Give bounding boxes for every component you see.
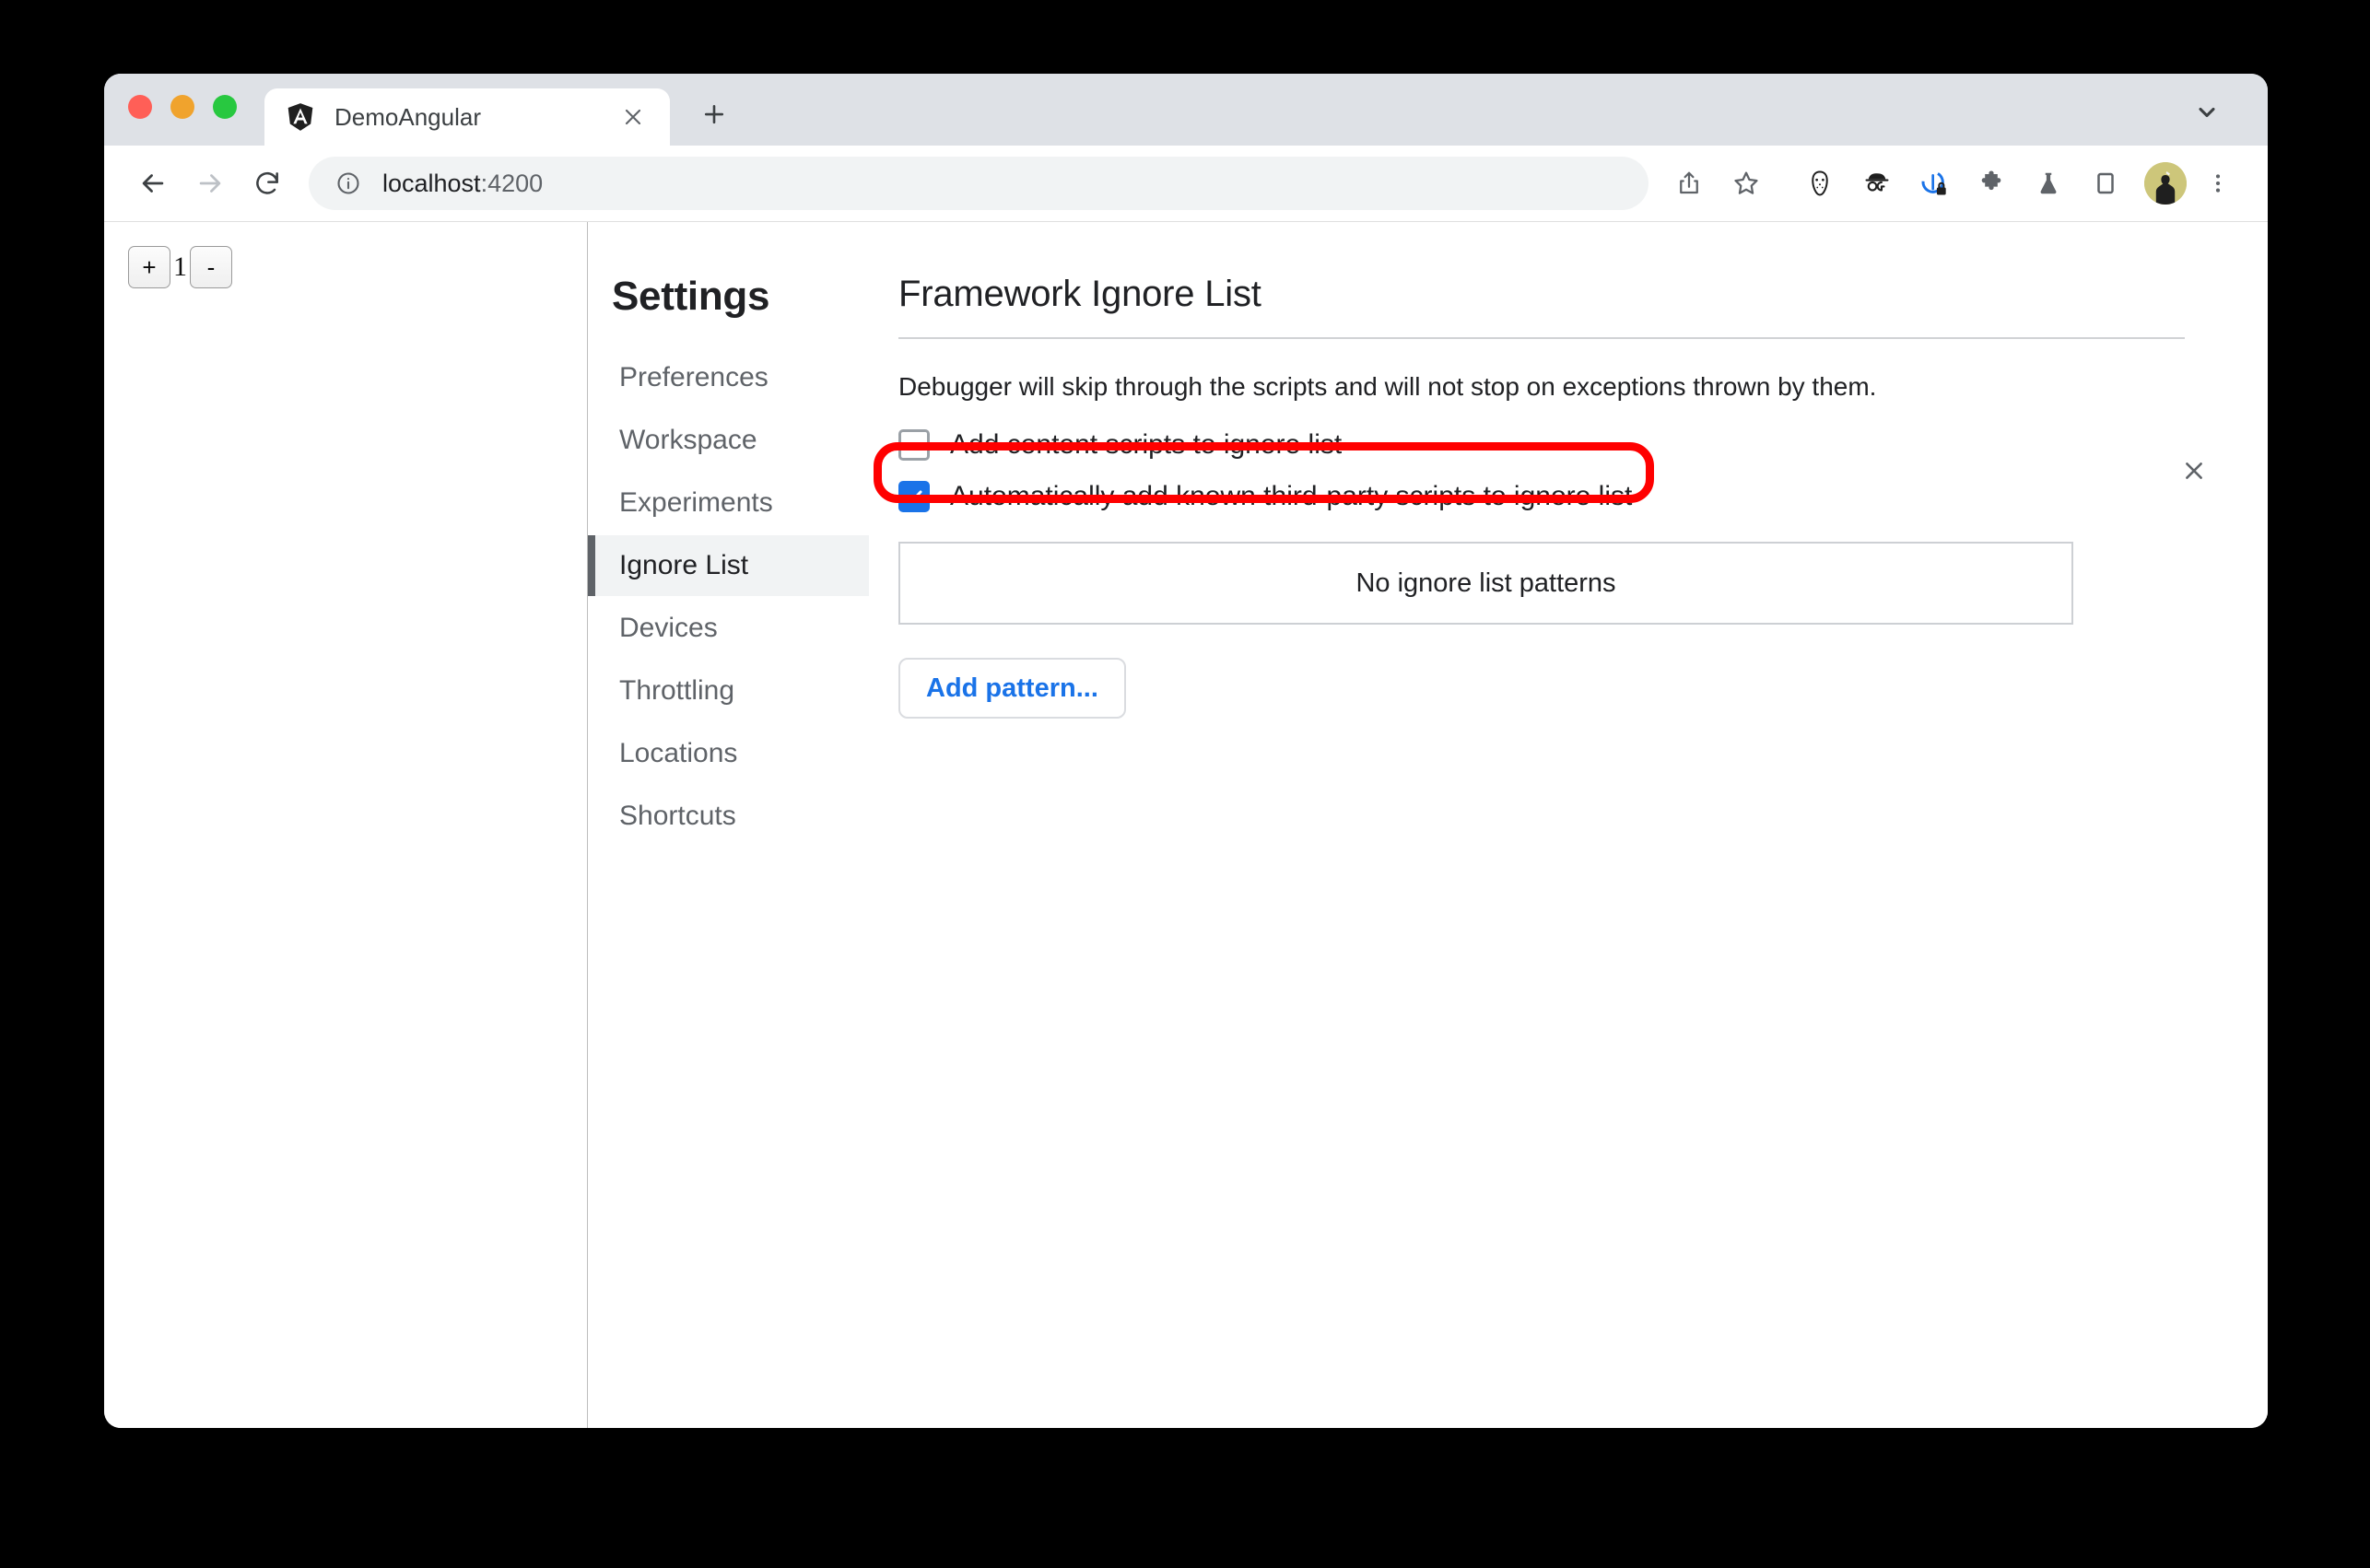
minimize-window-button[interactable] (170, 95, 194, 119)
hockey-mask-extension-icon[interactable] (1794, 158, 1846, 209)
settings-title: Settings (612, 274, 770, 319)
close-window-button[interactable] (128, 95, 152, 119)
sidebar-item-label: Devices (619, 613, 718, 643)
three-dot-menu-icon[interactable] (2192, 158, 2244, 209)
devtools-settings-panel: Settings Preferences Workspace Experimen… (588, 222, 2268, 1428)
sidebar-item-label: Throttling (619, 675, 735, 706)
side-panel-icon[interactable] (2080, 158, 2131, 209)
new-tab-button[interactable] (694, 94, 734, 135)
sidebar-item-ignore-list[interactable]: Ignore List (588, 535, 869, 596)
sidebar-item-label: Shortcuts (619, 801, 736, 831)
panel-description: Debugger will skip through the scripts a… (898, 372, 1877, 401)
address-bar-url: localhost:4200 (382, 170, 543, 198)
sidebar-item-devices[interactable]: Devices (588, 598, 869, 659)
bookmark-star-icon[interactable] (1720, 158, 1772, 209)
sidebar-item-label: Preferences (619, 362, 768, 392)
angular-logo-icon (285, 101, 316, 133)
close-settings-button[interactable] (2176, 452, 2212, 489)
sidebar-item-label: Locations (619, 738, 738, 768)
sidebar-item-label: Experiments (619, 487, 773, 518)
share-icon[interactable] (1663, 158, 1715, 209)
browser-window: DemoAngular localhost:4200 + 1 - Setting… (104, 74, 2268, 1428)
url-port: :4200 (480, 169, 544, 197)
sidebar-item-label: Workspace (619, 425, 757, 455)
sidebar-item-label: Ignore List (619, 550, 749, 580)
maximize-window-button[interactable] (213, 95, 237, 119)
sidebar-item-experiments[interactable]: Experiments (588, 473, 869, 533)
window-traffic-lights (128, 74, 237, 146)
checkbox-label: Add content scripts to ignore list (950, 429, 1343, 460)
increment-button[interactable]: + (128, 246, 170, 288)
toolbar-icon-group (1658, 158, 2244, 209)
settings-sidebar: Settings Preferences Workspace Experimen… (588, 222, 869, 1428)
forward-arrow-icon[interactable] (182, 155, 239, 212)
tab-title: DemoAngular (334, 102, 481, 131)
counter-widget: + 1 - (128, 246, 587, 288)
browser-tab[interactable]: DemoAngular (264, 88, 670, 146)
sidebar-item-shortcuts[interactable]: Shortcuts (588, 786, 869, 847)
web-page-pane: + 1 - (104, 222, 588, 1428)
address-bar[interactable]: localhost:4200 (309, 157, 1648, 210)
back-arrow-icon[interactable] (124, 155, 182, 212)
reload-icon[interactable] (239, 155, 296, 212)
beaker-flask-extension-icon[interactable] (2023, 158, 2074, 209)
url-host: localhost (382, 169, 481, 197)
checkbox-row-third-party-scripts[interactable]: Automatically add known third-party scri… (898, 475, 2185, 518)
close-icon[interactable] (616, 100, 650, 134)
sidebar-item-locations[interactable]: Locations (588, 723, 869, 784)
page-title: Framework Ignore List (898, 274, 2185, 339)
settings-content: Framework Ignore List Debugger will skip… (869, 222, 2268, 1428)
checkbox-label: Automatically add known third-party scri… (950, 481, 1633, 511)
user-avatar[interactable] (2144, 162, 2187, 205)
sidebar-item-throttling[interactable]: Throttling (588, 661, 869, 721)
ignore-list-patterns-box: No ignore list patterns (898, 542, 2073, 625)
info-circle-icon[interactable] (333, 168, 364, 199)
privacy-lock-shield-extension-icon[interactable] (1908, 158, 1960, 209)
tab-strip: DemoAngular (104, 74, 2268, 146)
auto-add-third-party-scripts-checkbox[interactable] (898, 481, 930, 512)
empty-patterns-message: No ignore list patterns (1355, 568, 1616, 598)
sidebar-item-workspace[interactable]: Workspace (588, 410, 869, 471)
chevron-down-icon[interactable] (2187, 92, 2227, 133)
browser-toolbar: localhost:4200 (104, 146, 2268, 221)
checkbox-row-content-scripts[interactable]: Add content scripts to ignore list (898, 424, 2185, 466)
counter-value: 1 (173, 252, 187, 282)
add-pattern-button[interactable]: Add pattern... (898, 658, 1126, 719)
og-incognito-glasses-extension-icon[interactable] (1851, 158, 1903, 209)
browser-viewport: + 1 - Settings Preferences Workspace Exp… (104, 221, 2268, 1428)
decrement-button[interactable]: - (190, 246, 232, 288)
sidebar-item-preferences[interactable]: Preferences (588, 347, 869, 408)
puzzle-extensions-icon[interactable] (1965, 158, 2017, 209)
add-content-scripts-checkbox[interactable] (898, 429, 930, 461)
